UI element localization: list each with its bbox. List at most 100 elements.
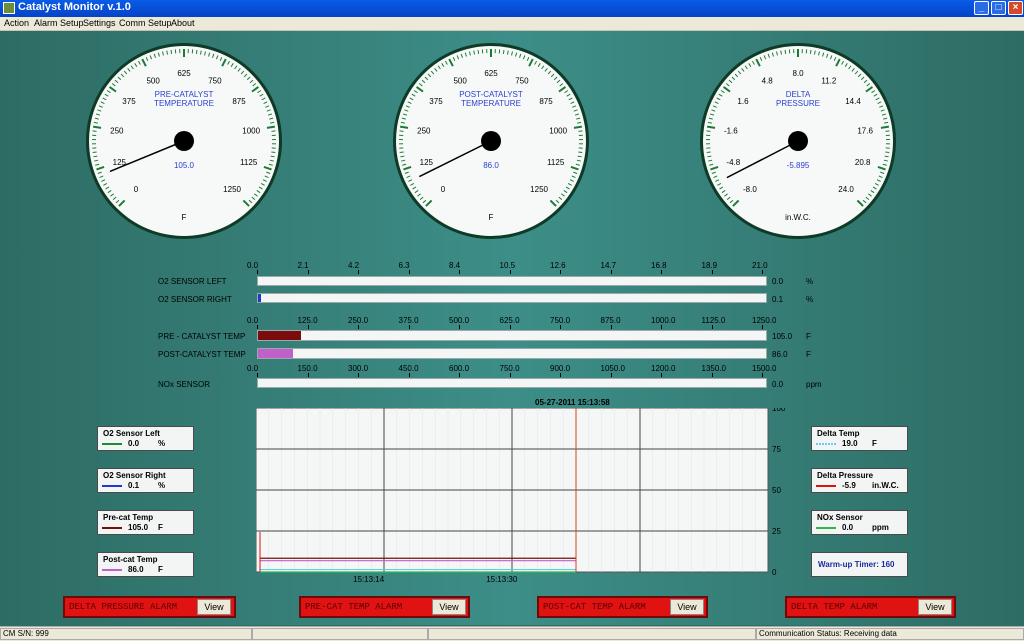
legend-nox-value: 0.0 [842, 523, 853, 532]
post-catalyst-gauge: 0125250375500625750875100011251250POST-C… [390, 31, 592, 243]
gauge-tick-label: 1250 [530, 185, 548, 194]
serial-number: CM S/N: 999 [0, 628, 252, 640]
gauge-value: -5.895 [787, 161, 810, 170]
scale-tick [459, 270, 460, 274]
menu-comm-setup[interactable]: Comm Setup [119, 18, 172, 28]
legend-post-cat: Post-cat Temp 86.0 F [97, 552, 194, 577]
legend-pre-cat-unit: F [158, 523, 163, 532]
scale-label: 750.0 [500, 364, 520, 373]
chart-y-tick: 75 [772, 445, 781, 454]
maximize-button[interactable]: □ [991, 1, 1006, 15]
scale-label: 21.0 [752, 261, 768, 270]
nox-value: 0.0 [772, 380, 783, 389]
close-button[interactable]: × [1008, 1, 1023, 15]
scale-label: 12.6 [550, 261, 566, 270]
scale-tick [257, 325, 258, 329]
gauge-tick [707, 152, 711, 153]
pre-catalyst-gauge: 0125250375500625750875100011251250PRE-CA… [83, 31, 285, 243]
delta-pressure-view-button[interactable]: View [197, 599, 231, 615]
gauge-tick-label: 1125 [547, 158, 565, 167]
o2-right-unit: % [806, 295, 813, 304]
chart-y-tick: 100 [772, 408, 786, 413]
menu-alarm-setup[interactable]: Alarm Setup [34, 18, 84, 28]
gauge-tick [810, 50, 811, 54]
gauge-tick [400, 152, 404, 153]
chart-x-tick: 15:13:30 [486, 575, 518, 584]
gauge-title: DELTA [786, 90, 811, 99]
post-cat-temp-view-button[interactable]: View [670, 599, 704, 615]
gauge-tick [574, 127, 582, 128]
scale-label: 6.3 [399, 261, 410, 270]
gauge-tick [271, 156, 275, 157]
gauge-tick [707, 127, 715, 128]
status-cell-empty-2 [428, 628, 756, 640]
scale-label: 10.5 [500, 261, 516, 270]
gauge-tick-label: 750 [515, 76, 529, 85]
legend-o2-right: O2 Sensor Right 0.1 % [97, 468, 194, 493]
app-icon [3, 2, 15, 14]
gauge-tick-label: 500 [146, 76, 160, 85]
scale-label: 375.0 [399, 316, 419, 325]
delta-pressure-alarm: DELTA PRESSURE ALARM View [63, 596, 236, 618]
scale-label: 16.8 [651, 261, 667, 270]
legend-pre-cat-title: Pre-cat Temp [103, 513, 153, 522]
pre-cat-fill [258, 331, 301, 340]
legend-o2-left-value: 0.0 [128, 439, 139, 448]
gauge-tick-label: 250 [110, 126, 124, 135]
legend-delta-pressure-value: -5.9 [842, 481, 856, 490]
nox-unit: ppm [806, 380, 822, 389]
pre-cat-label: PRE - CATALYST TEMP [158, 332, 245, 341]
menu-settings[interactable]: Settings [83, 18, 116, 28]
legend-delta-pressure-title: Delta Pressure [817, 471, 873, 480]
gauge-tick-label: 4.8 [762, 76, 774, 85]
gauge-tick-label: 8.0 [792, 69, 804, 78]
warmup-timer-box: Warm-up Timer: 160 [811, 552, 908, 577]
menu-about[interactable]: About [171, 18, 195, 28]
scale-tick [762, 373, 763, 377]
gauge-tick-label: 375 [122, 97, 136, 106]
legend-delta-temp-value: 19.0 [842, 439, 858, 448]
scale-label: 625.0 [500, 316, 520, 325]
legend-o2-right-swatch [102, 485, 122, 487]
scale-tick [358, 325, 359, 329]
gauge-hub [174, 131, 194, 151]
pre-cat-temp-view-button[interactable]: View [432, 599, 466, 615]
o2-right-value: 0.1 [772, 295, 783, 304]
scale-label: 1050.0 [601, 364, 625, 373]
delta-pressure-alarm-label: DELTA PRESSURE ALARM [69, 602, 177, 612]
pre-cat-bar [257, 330, 767, 341]
menu-action[interactable]: Action [4, 18, 29, 28]
gauge-tick-label: 11.2 [821, 76, 837, 85]
minimize-button[interactable]: _ [974, 1, 989, 15]
gauge-subtitle: TEMPERATURE [461, 99, 521, 108]
gauge-tick [885, 152, 889, 153]
nox-label: NOx SENSOR [158, 380, 210, 389]
scale-tick [762, 325, 763, 329]
scale-label: 1125.0 [702, 316, 726, 325]
post-cat-unit: F [806, 350, 811, 359]
gauge-tick-label: 24.0 [838, 185, 854, 194]
scale-tick [510, 373, 511, 377]
legend-nox-unit: ppm [872, 523, 889, 532]
scale-label: 125.0 [298, 316, 318, 325]
legend-o2-left-unit: % [158, 439, 165, 448]
scale-tick [712, 373, 713, 377]
scale-tick [358, 373, 359, 377]
scale-label: 14.7 [601, 261, 617, 270]
gauge-tick [271, 152, 275, 153]
gauge-tick-label: 750 [208, 76, 222, 85]
scale-tick [712, 270, 713, 274]
gauge-unit: F [489, 213, 494, 222]
scale-tick [308, 373, 309, 377]
scale-tick [560, 373, 561, 377]
trend-chart: 025507510015:13:1415:13:30 [256, 408, 796, 588]
delta-temp-alarm-label: DELTA TEMP ALARM [791, 602, 877, 612]
delta-temp-view-button[interactable]: View [918, 599, 952, 615]
legend-delta-temp: Delta Temp 19.0 F [811, 426, 908, 451]
gauge-tick-label: 0 [441, 185, 446, 194]
gauge-tick-label: 875 [232, 97, 246, 106]
gauge-tick-label: 1125 [240, 158, 258, 167]
post-cat-label: POST-CATALYST TEMP [158, 350, 246, 359]
gauge-tick [400, 156, 404, 157]
scale-tick [762, 270, 763, 274]
